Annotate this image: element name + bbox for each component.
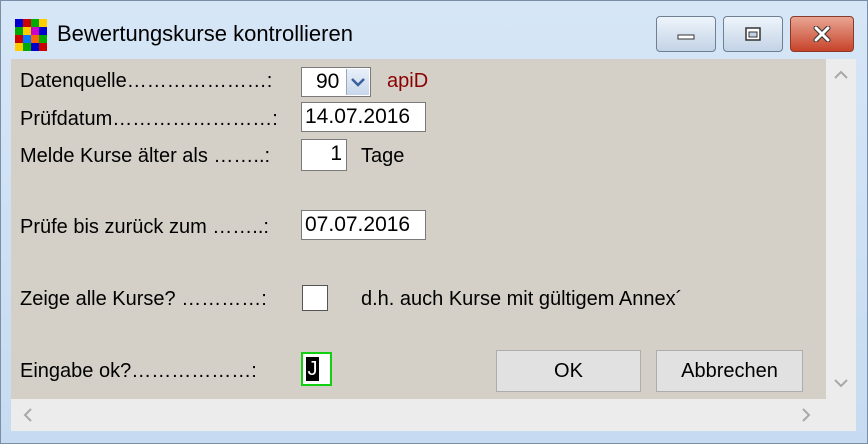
pruefe-bis-label: Prüfe bis zurück zum ……..: [20, 216, 269, 239]
window-title: Bewertungskurse kontrollieren [57, 21, 353, 46]
datenquelle-label: Datenquelle…………………: [20, 70, 272, 93]
close-icon [791, 17, 853, 51]
minimize-icon [657, 17, 715, 51]
eingabe-ok-value: J [306, 357, 319, 381]
pruefdatum-dots: ……………………: [112, 108, 278, 130]
horizontal-scrollbar[interactable] [11, 399, 826, 431]
vertical-scrollbar[interactable] [826, 59, 856, 399]
chevron-down-icon[interactable] [346, 69, 369, 95]
app-icon [15, 19, 47, 51]
pruefdatum-label: Prüfdatum……………………: [20, 108, 278, 131]
zeige-alle-checkbox[interactable] [302, 285, 328, 311]
zeige-alle-hint: d.h. auch Kurse mit gültigem Annex´ [361, 288, 683, 310]
scroll-down-icon[interactable] [834, 375, 848, 393]
ok-button[interactable]: OK [496, 350, 641, 392]
zeige-alle-label-text: Zeige alle Kurse? [20, 288, 182, 310]
pruefe-bis-label-text: Prüfe bis zurück zum [20, 216, 213, 238]
eingabe-ok-label-text: Eingabe ok? [20, 360, 132, 382]
scroll-up-icon[interactable] [834, 67, 848, 85]
pruefdatum-input[interactable]: 14.07.2016 [301, 102, 426, 132]
melde-tage-input[interactable]: 1 [301, 139, 347, 171]
minimize-button[interactable] [656, 16, 716, 52]
scroll-right-icon[interactable] [801, 408, 811, 427]
datenquelle-select[interactable]: 90 [301, 67, 371, 97]
datenquelle-value: 90 [316, 70, 340, 93]
datenquelle-label-text: Datenquelle [20, 70, 127, 92]
zeige-alle-label: Zeige alle Kurse? …………: [20, 288, 267, 311]
pruefe-bis-dots: ……..: [212, 216, 269, 238]
melde-unit: Tage [361, 145, 405, 167]
close-button[interactable] [790, 16, 854, 52]
scrollbar-corner [826, 399, 856, 431]
pruefe-bis-input[interactable]: 07.07.2016 [301, 210, 426, 240]
scroll-left-icon[interactable] [23, 408, 33, 427]
maximize-button[interactable] [723, 16, 783, 52]
datenquelle-suffix: apiD [387, 70, 429, 92]
cancel-button[interactable]: Abbrechen [656, 350, 803, 392]
eingabe-ok-dots: ………………: [131, 360, 257, 382]
datenquelle-dots: …………………: [126, 70, 273, 92]
pruefdatum-label-text: Prüfdatum [20, 108, 113, 130]
title-bar[interactable]: Bewertungskurse kontrollieren [1, 1, 867, 59]
maximize-icon [724, 17, 782, 51]
dialog-window: Bewertungskurse kontrollieren Datenquell… [0, 0, 868, 444]
melde-dots: ……..: [213, 145, 271, 167]
eingabe-ok-input[interactable]: J [301, 352, 332, 386]
eingabe-ok-label: Eingabe ok?………………: [20, 360, 257, 383]
zeige-alle-dots: …………: [181, 288, 267, 310]
melde-label: Melde Kurse älter als ……..: [20, 145, 270, 168]
melde-label-text: Melde Kurse älter als [20, 145, 214, 167]
